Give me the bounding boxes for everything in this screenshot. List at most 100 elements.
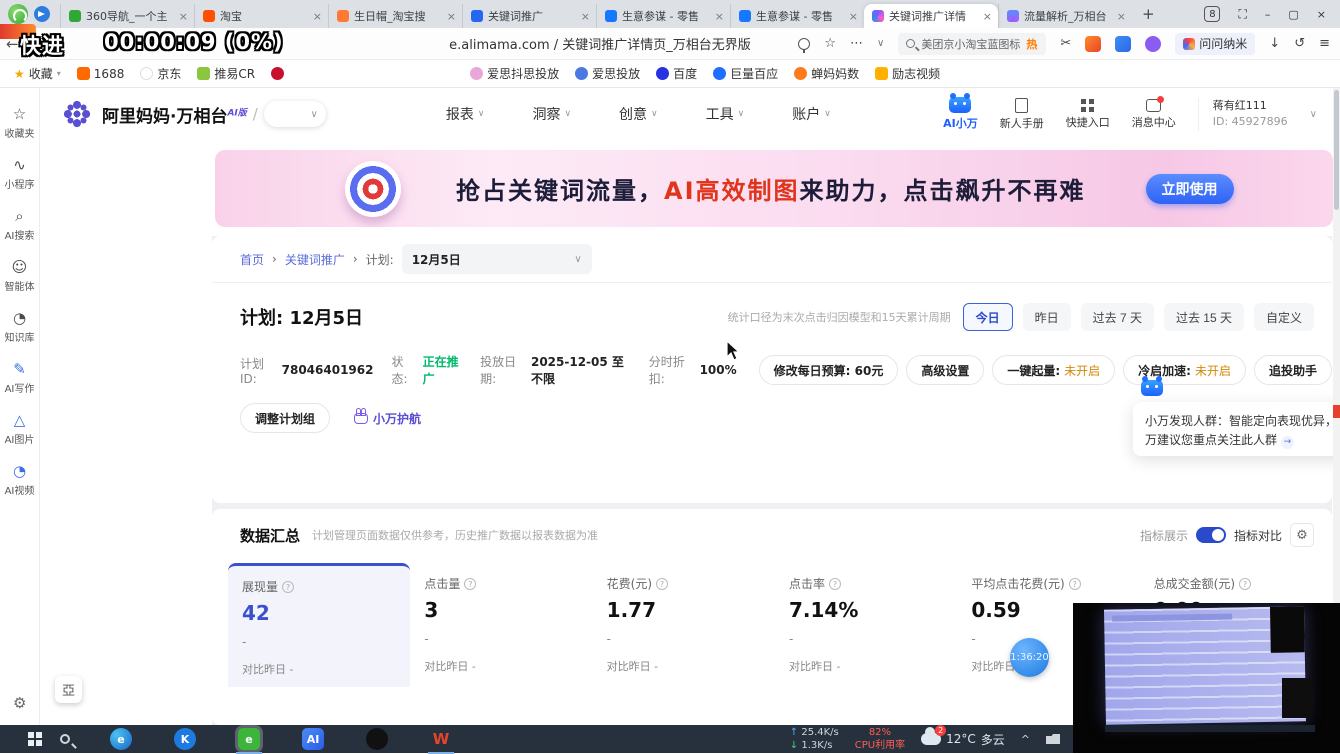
bookmark-aisi-toufang-1[interactable]: 爱思抖思投放 — [470, 65, 559, 82]
product-switcher-select[interactable]: ∨ — [263, 101, 326, 127]
bookmark-1688[interactable]: 1688 — [76, 67, 124, 81]
weather-widget[interactable]: 2 12°C 多云 — [921, 725, 1005, 748]
bookmark-juliang[interactable]: 巨量百应 — [713, 65, 778, 82]
toolbar-search-input[interactable]: 美团京小淘宝蓝图标 热 — [898, 32, 1047, 55]
metric-card-item-favs[interactable]: 收藏宝贝数? 0 - 对比昨日 - — [775, 711, 957, 725]
metric-card-clicks[interactable]: 点击量? 3 - 对比昨日 - — [410, 563, 592, 687]
close-window-button[interactable]: × — [1317, 8, 1326, 21]
tab-close-icon[interactable]: × — [983, 10, 992, 23]
rail-item-ai-video[interactable]: ◔ AI视频 — [5, 463, 35, 497]
filter-today[interactable]: 今日 — [962, 303, 1013, 331]
start-button[interactable] — [28, 732, 42, 746]
promo-banner[interactable]: 抢占关键词流量，AI高效制图来助力，点击飙升不再难 立即使用 — [215, 150, 1333, 227]
tab-close-icon[interactable]: × — [447, 10, 456, 23]
tab-close-icon[interactable]: × — [715, 10, 724, 23]
bookmark-jd[interactable]: 京东 — [140, 65, 181, 82]
bookmark-tuiyi[interactable]: 推易CR — [197, 65, 255, 82]
download-icon[interactable]: ↓ — [1269, 36, 1280, 51]
minimize-button[interactable]: – — [1265, 8, 1271, 21]
screenshot-scissors-icon[interactable]: ✂ — [1060, 36, 1071, 51]
filter-7days[interactable]: 过去 7 天 — [1080, 303, 1154, 331]
tray-folder-icon[interactable] — [1046, 734, 1060, 744]
tab-close-icon[interactable]: × — [581, 10, 590, 23]
nav-insight[interactable]: 洞察 ∨ — [532, 104, 571, 124]
browser-menu-icon[interactable]: ≡ — [1319, 36, 1330, 51]
tab-keyword-detail-active[interactable]: 关键词推广详情 × — [864, 4, 998, 28]
undo-icon[interactable]: ↺ — [1294, 36, 1305, 51]
account-info[interactable]: 蒋有红111 ID: 45927896 — [1197, 97, 1288, 131]
help-icon[interactable]: ? — [829, 577, 841, 590]
metric-card-orders[interactable]: 总成交笔数? 0 - 对比昨日 - — [228, 711, 410, 725]
address-url[interactable]: e.alimama.com / 关键词推广详情页_万相台无界版 — [449, 34, 751, 53]
metric-display-toggle[interactable] — [1195, 527, 1226, 543]
maximize-button[interactable]: ▢ — [1288, 8, 1298, 21]
newbie-manual-button[interactable]: 新人手册 — [1000, 97, 1044, 131]
tab-sycm-1[interactable]: 生意参谋 - 零售 × — [596, 4, 730, 28]
taskbar-360browser-icon[interactable]: e — [236, 728, 262, 754]
ai-xiaowan-button[interactable]: AI小万 — [943, 93, 978, 131]
rail-item-ai-image[interactable]: △ AI图片 — [5, 412, 35, 446]
floating-timer-bubble[interactable]: 1:36:20 — [1010, 638, 1049, 677]
metric-card-cvr[interactable]: 点击转化率? 0.00% - 对比昨日 - — [410, 711, 592, 725]
banner-cta-button[interactable]: 立即使用 — [1145, 173, 1234, 204]
taskbar-ai-app-icon[interactable]: AI — [302, 728, 324, 750]
breadcrumb-home[interactable]: 首页 — [240, 251, 264, 268]
tab-count-badge[interactable]: 8 — [1204, 6, 1221, 22]
quick-entry-button[interactable]: 快捷入口 — [1066, 98, 1110, 130]
taskbar-edge-icon[interactable]: e — [110, 728, 132, 750]
rail-item-favorites[interactable]: ☆ 收藏夹 — [5, 106, 35, 140]
taskbar-k-app-icon[interactable]: K — [174, 728, 196, 750]
tab-close-icon[interactable]: × — [849, 10, 858, 23]
chase-invest-button[interactable]: 追投助手 — [1254, 355, 1333, 385]
tab-close-icon[interactable]: × — [1117, 10, 1126, 23]
metric-card-ctr[interactable]: 点击率? 7.14% - 对比昨日 - — [775, 563, 957, 687]
browser-sync-icon[interactable] — [34, 6, 50, 22]
tooltip-arrow-icon[interactable]: → — [1280, 436, 1294, 450]
help-icon[interactable]: ? — [1068, 577, 1081, 590]
help-icon[interactable]: ? — [464, 577, 477, 590]
cpu-usage[interactable]: 82% CPU利用率 — [855, 726, 905, 752]
taskbar-wps-icon[interactable]: W — [428, 728, 454, 754]
bookmark-baidu[interactable]: 百度 — [656, 65, 697, 82]
edit-budget-button[interactable]: 修改每日预算: 60元 — [758, 355, 899, 385]
help-icon[interactable]: ? — [1239, 577, 1252, 590]
taskbar-qq-icon[interactable] — [366, 728, 388, 750]
bookmark-chanmama[interactable]: 蝉妈妈数 — [794, 65, 859, 82]
bookmark-u-icon[interactable] — [271, 67, 285, 80]
translate-float-button[interactable]: 亞 — [55, 676, 82, 703]
rail-item-knowledge[interactable]: ◔ 知识库 — [5, 310, 35, 344]
browser-360-logo-icon[interactable] — [8, 4, 28, 24]
advanced-settings-button[interactable]: 高级设置 — [906, 355, 985, 385]
tab-sycm-2[interactable]: 生意参谋 - 零售 × — [730, 4, 864, 28]
more-actions-icon[interactable]: ⋯ — [850, 36, 863, 51]
help-icon[interactable]: ? — [282, 580, 295, 593]
message-center-button[interactable]: 消息中心 — [1132, 95, 1176, 130]
network-speed[interactable]: ↑ 25.4K/s ↓ 1.3K/s — [790, 726, 839, 752]
pip-video-overlay[interactable] — [1073, 603, 1340, 753]
new-tab-button[interactable]: + — [1142, 5, 1155, 23]
rail-settings-gear-icon[interactable]: ⚙ — [13, 694, 26, 712]
filter-15days[interactable]: 过去 15 天 — [1163, 303, 1244, 331]
rail-item-ai-search[interactable]: ⌕ AI搜索 — [5, 208, 35, 242]
ask-nami-button[interactable]: 问问纳米 — [1175, 32, 1256, 55]
bookmark-aisi-toufang-2[interactable]: 爱思投放 — [575, 65, 640, 82]
breadcrumb-keyword-promo[interactable]: 关键词推广 — [285, 251, 345, 268]
tray-expand-icon[interactable]: ^ — [1021, 733, 1030, 746]
one-key-boost-button[interactable]: 一键起量: 未开启 — [992, 355, 1116, 385]
xiaowan-guard-button[interactable]: 小万护航 — [354, 403, 421, 433]
help-icon[interactable]: ? — [656, 577, 669, 590]
nav-account[interactable]: 账户 ∨ — [792, 104, 831, 124]
filter-yesterday[interactable]: 昨日 — [1022, 303, 1071, 331]
nav-reports[interactable]: 报表 ∨ — [446, 104, 485, 124]
alimama-logo-icon[interactable] — [60, 97, 94, 131]
metric-card-impressions[interactable]: 展现量? 42 - 对比昨日 - — [228, 563, 411, 687]
tab-close-icon[interactable]: × — [179, 10, 188, 23]
scrollbar-thumb[interactable] — [1334, 90, 1339, 210]
metric-card-carts[interactable]: 总购物车数? 0 - 对比昨日 - — [593, 711, 775, 725]
rail-item-miniapp[interactable]: ∿ 小程序 — [5, 157, 35, 191]
rail-item-agent[interactable]: ☺ 智能体 — [5, 259, 35, 293]
nav-creative[interactable]: 创意 ∨ — [619, 104, 658, 124]
bookmark-lizhi-video[interactable]: 励志视频 — [875, 65, 940, 82]
extensions-puzzle-icon[interactable] — [1145, 35, 1162, 52]
media-tool-icon[interactable] — [1115, 35, 1132, 52]
